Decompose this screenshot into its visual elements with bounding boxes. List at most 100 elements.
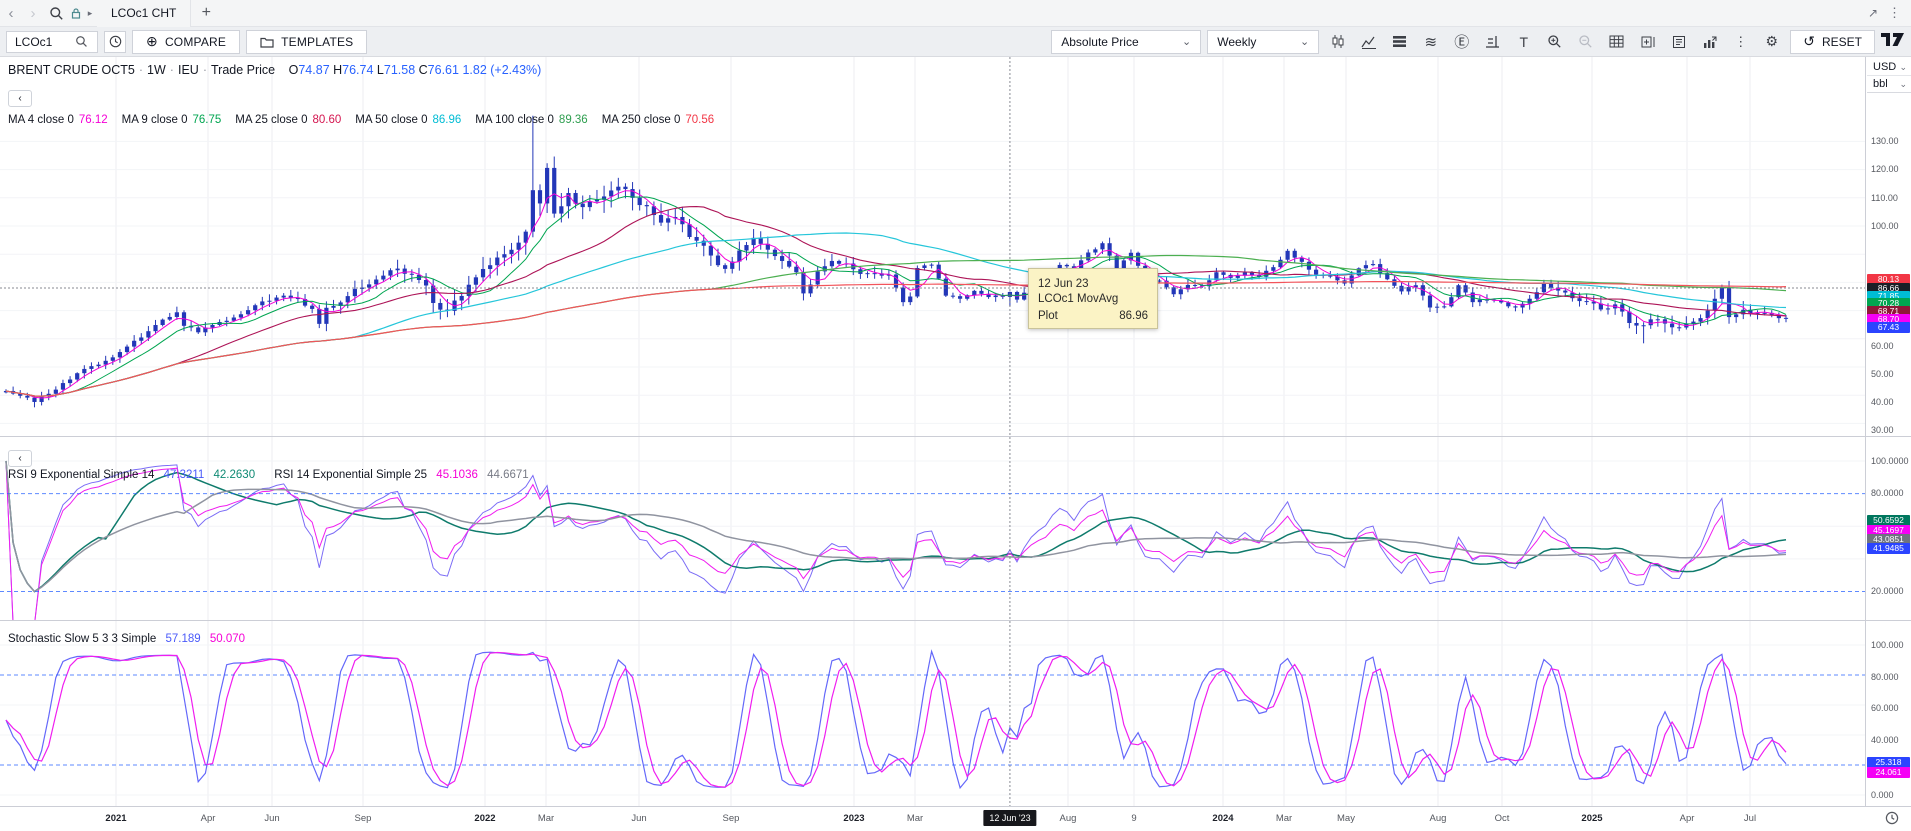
currency-select[interactable]: USD⌄ — [1867, 59, 1911, 76]
time-label: Aug — [1060, 813, 1077, 824]
collapse-legend-button[interactable]: ‹ — [8, 90, 32, 107]
rsi-legend: RSI 9 Exponential Simple 14 47.3211 42.2… — [8, 469, 529, 481]
scale-tick: 0.000 — [1871, 790, 1894, 800]
price-mode-select[interactable]: Absolute Price ⌄ — [1051, 30, 1201, 54]
symbol-input[interactable] — [15, 35, 75, 49]
change-percent: (+2.43%) — [490, 63, 541, 77]
scale-tick: 60.00 — [1871, 341, 1894, 351]
ma-value: 70.56 — [685, 114, 714, 126]
time-label: Jul — [1744, 813, 1756, 824]
events-button[interactable]: Ⓔ — [1449, 30, 1474, 54]
crosshair-tooltip: 12 Jun 23 LCOc1 MovAvg Plot86.96 — [1028, 268, 1158, 329]
tab-lcoc1-cht[interactable]: LCOc1 CHT — [97, 0, 191, 27]
ohlc-values: O74.87 H76.74 L71.58 C76.61 1.82 (+2.43%… — [289, 63, 542, 77]
templates-button[interactable]: TEMPLATES — [246, 30, 367, 54]
interval-select[interactable]: Weekly ⌄ — [1207, 30, 1319, 54]
rsi-title-2: RSI 14 Exponential Simple 25 — [274, 469, 427, 481]
pane-divider[interactable] — [0, 620, 1911, 621]
add-panel-button[interactable] — [1635, 30, 1660, 54]
rsi-title-1: RSI 9 Exponential Simple 14 — [8, 469, 154, 481]
scale-tick: 100.00 — [1871, 221, 1899, 231]
forward-icon[interactable]: › — [22, 5, 44, 22]
time-label: Sep — [355, 813, 372, 824]
unit-select[interactable]: bbl⌄ — [1867, 76, 1911, 92]
text-tool-button[interactable]: T — [1511, 30, 1536, 54]
layout-rows-button[interactable] — [1387, 30, 1412, 54]
rsi-value-1: 47.3211 — [164, 469, 205, 481]
tooltip-plot-label: Plot — [1038, 310, 1058, 322]
popout-icon[interactable]: ↗ — [1868, 6, 1878, 20]
scale-tick: 80.000 — [1871, 672, 1899, 682]
chevron-down-icon: ⌄ — [1899, 79, 1907, 90]
lock-icon — [69, 1, 83, 25]
field-label: Trade Price — [211, 63, 275, 77]
scale-tick: 100.000 — [1871, 640, 1904, 650]
rsi-value-4: 44.6671 — [487, 469, 529, 481]
undo-icon: ↺ — [1803, 33, 1815, 50]
volume-chart-button[interactable] — [1697, 30, 1722, 54]
ma-legend-item: MA 9 close 076.75 — [122, 114, 222, 126]
symbol-search-box[interactable] — [6, 31, 98, 53]
ma-legend-item: MA 250 close 0 70.56 — [602, 114, 714, 126]
waves-overlay-button[interactable]: ≋ — [1418, 30, 1443, 54]
time-label: Mar — [1276, 813, 1292, 824]
zoom-in-button[interactable] — [1542, 30, 1567, 54]
stoch-value-1: 57.189 — [166, 633, 201, 645]
ma-label: MA 250 close 0 — [602, 114, 681, 126]
scale-tick: 40.00 — [1871, 397, 1894, 407]
more-tools-icon[interactable]: ⋮ — [1728, 30, 1753, 54]
price-scale[interactable]: USD⌄ bbl⌄ 130.00120.00110.00100.0060.005… — [1865, 57, 1911, 806]
rsi-value-3: 45.1036 — [436, 469, 478, 481]
news-button[interactable] — [1666, 30, 1691, 54]
axis-clock-icon[interactable] — [1885, 811, 1899, 830]
rsi-value-2: 42.2630 — [214, 469, 256, 481]
scale-tick: 100.0000 — [1871, 456, 1909, 466]
collapse-rsi-button[interactable]: ‹ — [8, 450, 32, 467]
time-label: 2024 — [1212, 813, 1233, 824]
chart-toolbar: ⊕ COMPARE TEMPLATES Absolute Price ⌄ Wee… — [0, 27, 1911, 57]
scale-tick: 50.00 — [1871, 369, 1894, 379]
scale-tick: 80.0000 — [1871, 488, 1904, 498]
indicators-button[interactable] — [1356, 30, 1381, 54]
chevron-down-icon: ⌄ — [1300, 35, 1309, 48]
search-icon[interactable] — [44, 1, 69, 25]
scale-tick: 120.00 — [1871, 164, 1899, 174]
settings-gear-icon[interactable]: ⚙ — [1759, 30, 1784, 54]
time-axis[interactable]: Sep2021AprJunSep2022MarJunSep2023MarAug9… — [0, 806, 1911, 831]
axis-settings-button[interactable] — [1480, 30, 1505, 54]
ma-value: 80.60 — [312, 114, 341, 126]
compare-button[interactable]: ⊕ COMPARE — [132, 30, 240, 54]
ma-legend-item: MA 25 close 0 80.60 — [235, 114, 341, 126]
back-icon[interactable]: ‹ — [0, 5, 22, 22]
ma-label: MA 4 close 0 — [8, 114, 74, 126]
pane-divider[interactable] — [0, 436, 1911, 437]
instrument-legend: BRENT CRUDE OCT5·1W·IEU·Trade Price O74.… — [8, 63, 541, 77]
ma-label: MA 25 close 0 — [235, 114, 307, 126]
ma-legend-item: MA 100 close 089.36 — [475, 114, 587, 126]
candlestick-style-button[interactable] — [1325, 30, 1350, 54]
reset-button[interactable]: ↺ RESET — [1790, 30, 1875, 54]
new-tab-button[interactable]: + — [191, 4, 221, 22]
time-label: Sep — [723, 813, 740, 824]
tooltip-plot-value: 86.96 — [1119, 310, 1148, 322]
time-label: 2025 — [1581, 813, 1602, 824]
data-table-button[interactable] — [1604, 30, 1629, 54]
ma-legend: MA 4 close 076.12MA 9 close 076.75MA 25 … — [8, 114, 714, 126]
scale-tick: 40.000 — [1871, 735, 1899, 745]
compare-plus-icon: ⊕ — [146, 33, 158, 50]
history-clock-button[interactable] — [104, 31, 126, 53]
tradingview-logo[interactable] — [1881, 32, 1905, 51]
time-label: Jun — [631, 813, 646, 824]
more-options-icon[interactable]: ⋮ — [1888, 5, 1901, 21]
crosshair-date-badge: 12 Jun '23 — [983, 810, 1036, 826]
stoch-pane-chart[interactable] — [0, 621, 1865, 806]
ma-label: MA 9 close 0 — [122, 114, 188, 126]
breadcrumb-arrow-icon: ▸ — [83, 8, 97, 19]
tooltip-series: LCOc1 MovAvg — [1038, 293, 1148, 305]
ma-legend-item: MA 50 close 086.96 — [355, 114, 461, 126]
change-value: 1.82 — [462, 63, 486, 77]
rsi-pane-chart[interactable] — [0, 437, 1865, 620]
scale-tick: 30.00 — [1871, 425, 1894, 435]
ma-label: MA 100 close 0 — [475, 114, 554, 126]
zoom-out-button[interactable] — [1573, 30, 1598, 54]
